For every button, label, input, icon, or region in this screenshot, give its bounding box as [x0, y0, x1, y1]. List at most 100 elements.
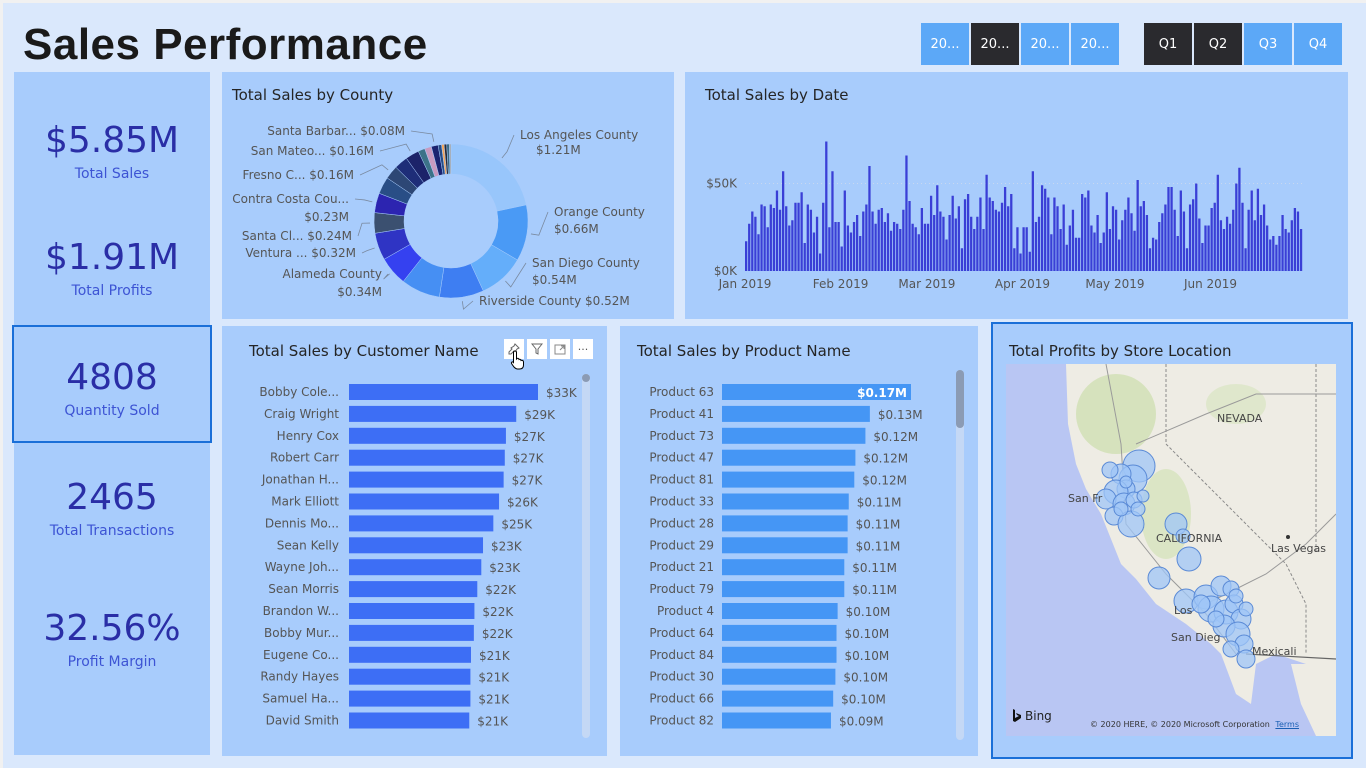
date-bar[interactable]	[982, 229, 985, 271]
bar[interactable]	[349, 690, 471, 707]
quarter-slicer-item[interactable]: Q2	[1194, 23, 1242, 65]
date-bar[interactable]	[775, 190, 779, 272]
date-bar[interactable]	[809, 209, 813, 271]
profit-bubble[interactable]	[1191, 594, 1211, 614]
date-bar[interactable]	[1145, 215, 1149, 271]
date-bar[interactable]	[889, 230, 893, 271]
kpi-total-sales[interactable]: $5.85M Total Sales	[14, 120, 210, 182]
date-bar[interactable]	[1225, 216, 1229, 271]
profit-bubble[interactable]	[1136, 489, 1150, 503]
date-bar[interactable]	[751, 211, 754, 272]
profit-bubble[interactable]	[1238, 601, 1254, 617]
date-bar[interactable]	[1238, 167, 1241, 271]
date-bar[interactable]	[1074, 237, 1078, 271]
date-bar[interactable]	[766, 227, 769, 271]
date-bar[interactable]	[1130, 213, 1133, 271]
customer-scrollbar[interactable]	[582, 374, 590, 738]
date-bar[interactable]	[1284, 229, 1287, 271]
bar[interactable]	[349, 712, 470, 729]
date-bar[interactable]	[1142, 201, 1145, 271]
date-bar[interactable]	[933, 215, 936, 271]
date-bar[interactable]	[1139, 206, 1142, 271]
date-bar[interactable]	[1003, 187, 1007, 271]
profit-bubble[interactable]	[1147, 566, 1171, 590]
date-bar[interactable]	[1158, 222, 1161, 271]
date-bar[interactable]	[1022, 227, 1025, 271]
donut-slice[interactable]	[450, 143, 527, 212]
date-bar[interactable]	[831, 171, 834, 271]
date-bar[interactable]	[1262, 204, 1266, 272]
bar[interactable]	[349, 493, 500, 510]
date-bar[interactable]	[788, 225, 791, 272]
date-bar[interactable]	[960, 248, 964, 271]
date-bar[interactable]	[1210, 208, 1213, 271]
date-bar[interactable]	[865, 204, 868, 272]
date-bar[interactable]	[970, 216, 973, 271]
date-bar[interactable]	[988, 197, 991, 272]
date-bar[interactable]	[1207, 225, 1210, 272]
date-bar[interactable]	[1247, 209, 1250, 271]
date-bar[interactable]	[803, 243, 806, 271]
profit-bubble[interactable]	[1119, 475, 1133, 489]
date-bar[interactable]	[1281, 215, 1284, 271]
date-bar[interactable]	[760, 204, 763, 272]
date-bar[interactable]	[1167, 187, 1170, 271]
bar[interactable]	[349, 515, 494, 532]
date-bar[interactable]	[1201, 243, 1204, 271]
date-bar[interactable]	[1173, 209, 1176, 271]
bar[interactable]	[349, 646, 471, 663]
bar[interactable]	[349, 537, 484, 554]
date-bar[interactable]	[1222, 229, 1226, 271]
date-bar[interactable]	[1151, 237, 1155, 271]
date-bar[interactable]	[1188, 204, 1192, 272]
store-location-map-visual[interactable]: Total Profits by Store Location NEVADA C…	[991, 322, 1353, 759]
bar[interactable]	[722, 537, 848, 554]
quarter-slicer-item[interactable]: Q4	[1294, 23, 1342, 65]
year-slicer-item[interactable]: 20...	[1071, 23, 1119, 65]
date-bar[interactable]	[748, 223, 751, 271]
date-bar[interactable]	[1219, 220, 1223, 271]
bar[interactable]	[349, 471, 504, 488]
bar[interactable]	[722, 449, 856, 466]
date-bar[interactable]	[1244, 248, 1247, 271]
date-bar[interactable]	[778, 209, 782, 271]
date-bar[interactable]	[754, 216, 757, 271]
bar[interactable]	[349, 581, 478, 598]
date-bar[interactable]	[963, 199, 967, 271]
date-bar[interactable]	[908, 201, 911, 271]
date-bar[interactable]	[939, 211, 942, 272]
date-bar[interactable]	[812, 232, 816, 272]
date-bar[interactable]	[1148, 248, 1152, 271]
product-bar-visual[interactable]: Total Sales by Product Name Product 63 $0…	[620, 326, 978, 756]
date-bar[interactable]	[772, 208, 776, 271]
date-bar[interactable]	[1136, 180, 1139, 271]
date-bar[interactable]	[828, 227, 831, 271]
date-bar[interactable]	[1084, 197, 1087, 272]
date-bar[interactable]	[942, 216, 945, 271]
date-bar[interactable]	[926, 223, 930, 271]
date-bar[interactable]	[862, 211, 865, 272]
product-scrollbar[interactable]	[956, 370, 964, 740]
date-bar[interactable]	[954, 218, 957, 272]
scroll-thumb[interactable]	[582, 374, 590, 382]
date-bar[interactable]	[1105, 192, 1108, 271]
kpi-quantity-sold-card[interactable]: 4808 Quantity Sold	[12, 325, 212, 443]
date-bar[interactable]	[902, 209, 905, 271]
date-bar[interactable]	[1031, 171, 1034, 271]
profit-bubble[interactable]	[1113, 501, 1129, 517]
map-canvas[interactable]: NEVADA CALIFORNIA Las Vegas San Fr Los S…	[1006, 364, 1336, 736]
date-bar[interactable]	[806, 204, 809, 272]
date-bar[interactable]	[1250, 190, 1253, 272]
date-bar[interactable]	[1062, 204, 1065, 272]
date-bar[interactable]	[846, 225, 850, 272]
profit-bubble[interactable]	[1222, 640, 1240, 658]
date-bar[interactable]	[852, 222, 856, 271]
bar[interactable]	[349, 603, 475, 619]
date-bar[interactable]	[1050, 234, 1053, 271]
date-bar[interactable]	[1287, 232, 1290, 272]
date-bar[interactable]	[1198, 218, 1201, 272]
date-bar[interactable]	[920, 208, 924, 271]
date-bar[interactable]	[1037, 216, 1041, 271]
date-bar[interactable]	[843, 190, 846, 272]
date-bar[interactable]	[1000, 202, 1004, 271]
